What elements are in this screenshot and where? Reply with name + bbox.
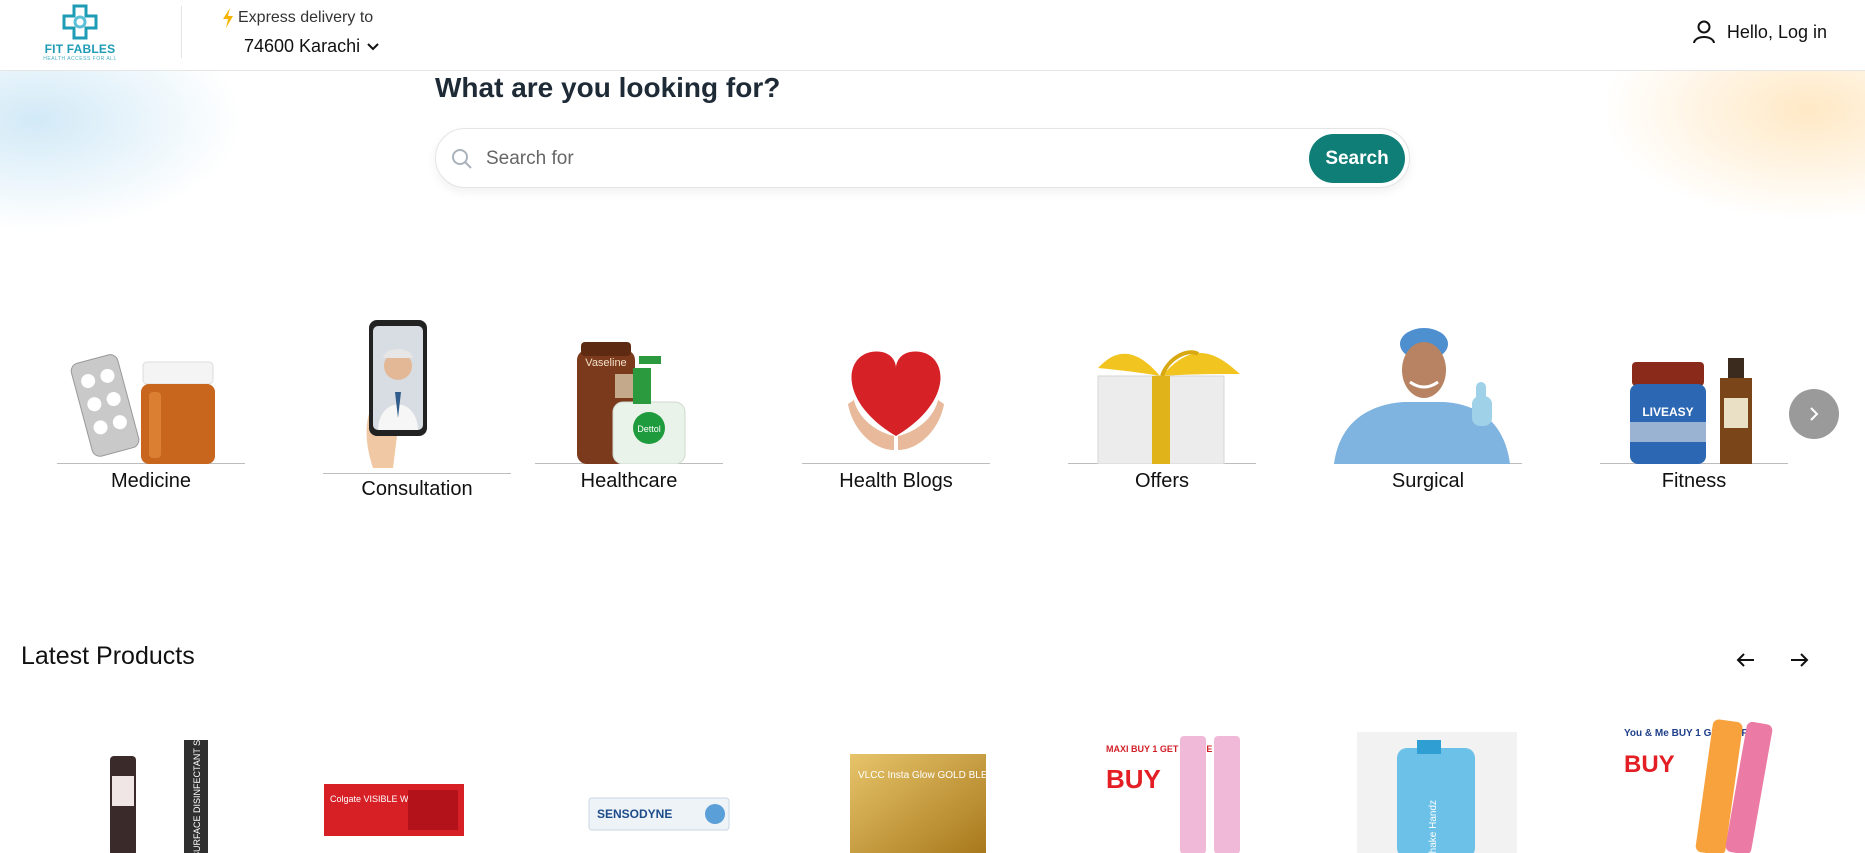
logo-cross-icon: [62, 4, 98, 40]
category-offers[interactable]: Offers: [1068, 318, 1256, 498]
gift-box-icon: [1068, 318, 1256, 465]
svg-text:BUY: BUY: [1624, 751, 1675, 778]
category-medicine[interactable]: Medicine: [57, 318, 245, 498]
site-logo[interactable]: FIT FABLES HEALTH ACCESS FOR ALL: [40, 2, 120, 64]
product-image: Colgate VISIBLE WHITE: [324, 784, 464, 836]
svg-text:BUY: BUY: [1106, 764, 1161, 794]
svg-text:Vaseline: Vaseline: [585, 357, 626, 369]
category-label: Medicine: [110, 470, 192, 492]
product-image: MAXI BUY 1 GET 1 FREE BUY: [1104, 736, 1240, 853]
product-image: You & Me BUY 1 GET 1 FREE BUY: [1624, 719, 1773, 853]
category-label: Consultation: [323, 473, 511, 501]
category-fitness[interactable]: LIVEASY Fitness: [1600, 318, 1788, 498]
chevron-down-icon: [367, 42, 379, 50]
chevron-right-icon: [1810, 407, 1819, 421]
category-surgical[interactable]: Surgical: [1334, 318, 1522, 498]
hero-title: What are you looking for?: [435, 72, 781, 103]
product-image: VLCC Insta Glow GOLD BLEACH: [850, 754, 1008, 853]
latest-products-title: Latest Products: [21, 642, 195, 670]
login-label: Hello, Log in: [1726, 21, 1827, 42]
arrow-left-icon: [1736, 653, 1754, 667]
category-consultation[interactable]: Consultation: [323, 318, 511, 501]
delivery-location-text: 74600 Karachi: [244, 36, 361, 56]
arrow-right-icon: [1791, 653, 1809, 667]
product-image: Shake Handz: [1357, 732, 1517, 853]
category-label: Healthcare: [580, 470, 678, 492]
category-label: Fitness: [1661, 470, 1727, 492]
product-card[interactable]: MAXI BUY 1 GET 1 FREE BUY: [1100, 718, 1260, 853]
delivery-location[interactable]: 74600 Karachi: [244, 36, 380, 57]
product-card[interactable]: You & Me BUY 1 GET 1 FREE BUY: [1618, 718, 1778, 853]
delivery-selector[interactable]: Express delivery to 74600 Karachi: [222, 8, 379, 56]
products-prev-button[interactable]: [1732, 646, 1760, 674]
search-icon: [452, 149, 472, 169]
header-divider: [181, 6, 182, 58]
supplement-bottles-icon: LIVEASY: [1600, 318, 1788, 464]
product-card[interactable]: Colgate VISIBLE WHITE: [318, 718, 478, 853]
lotion-bottles-icon: Vaseline Dettol: [535, 318, 723, 465]
login-link[interactable]: Hello, Log in: [1692, 20, 1827, 44]
product-card[interactable]: SENSODYNE: [585, 718, 745, 853]
delivery-label-row: Express delivery to: [222, 8, 373, 28]
product-name: VLCC Insta Glow GOLD BLEACH: [858, 770, 1008, 781]
product-card[interactable]: SURFACE DISINFECTANT SPRAY: [80, 718, 240, 853]
svg-text:Dettol: Dettol: [637, 424, 661, 434]
product-name: SENSODYNE: [597, 807, 672, 821]
phone-doctor-icon: [323, 318, 511, 468]
category-healthcare[interactable]: Vaseline Dettol Healthcare: [535, 318, 723, 498]
products-next-button[interactable]: [1785, 646, 1813, 674]
category-label: Surgical: [1391, 470, 1465, 492]
surgeon-icon: [1334, 318, 1522, 464]
categories-next-button[interactable]: [1789, 389, 1839, 439]
top-header: FIT FABLES HEALTH ACCESS FOR ALL Express…: [0, 0, 1865, 71]
category-health-blogs[interactable]: Health Blogs: [802, 318, 990, 498]
logo-text: FIT FABLES: [44, 42, 116, 56]
search-bar: Search: [435, 128, 1410, 188]
logo-tagline: HEALTH ACCESS FOR ALL: [43, 56, 117, 62]
medicine-bottle-icon: [57, 318, 245, 464]
category-label: Offers: [1134, 470, 1190, 492]
product-card[interactable]: VLCC Insta Glow GOLD BLEACH: [848, 718, 1008, 853]
heart-hands-icon: [802, 318, 990, 464]
search-button[interactable]: Search: [1309, 134, 1405, 183]
product-name: SURFACE DISINFECTANT SPRAY: [192, 718, 202, 853]
product-image: SURFACE DISINFECTANT SPRAY: [110, 718, 208, 853]
product-card[interactable]: Shake Handz: [1357, 718, 1517, 853]
product-image: SENSODYNE: [588, 797, 730, 831]
lightning-icon: [223, 8, 233, 28]
delivery-label: Express delivery to: [238, 9, 374, 26]
svg-text:LIVEASY: LIVEASY: [1642, 405, 1693, 419]
product-name: Shake Handz: [1428, 800, 1439, 853]
user-icon: [1692, 20, 1715, 44]
category-label: Health Blogs: [839, 470, 953, 492]
search-input[interactable]: [486, 141, 1286, 177]
